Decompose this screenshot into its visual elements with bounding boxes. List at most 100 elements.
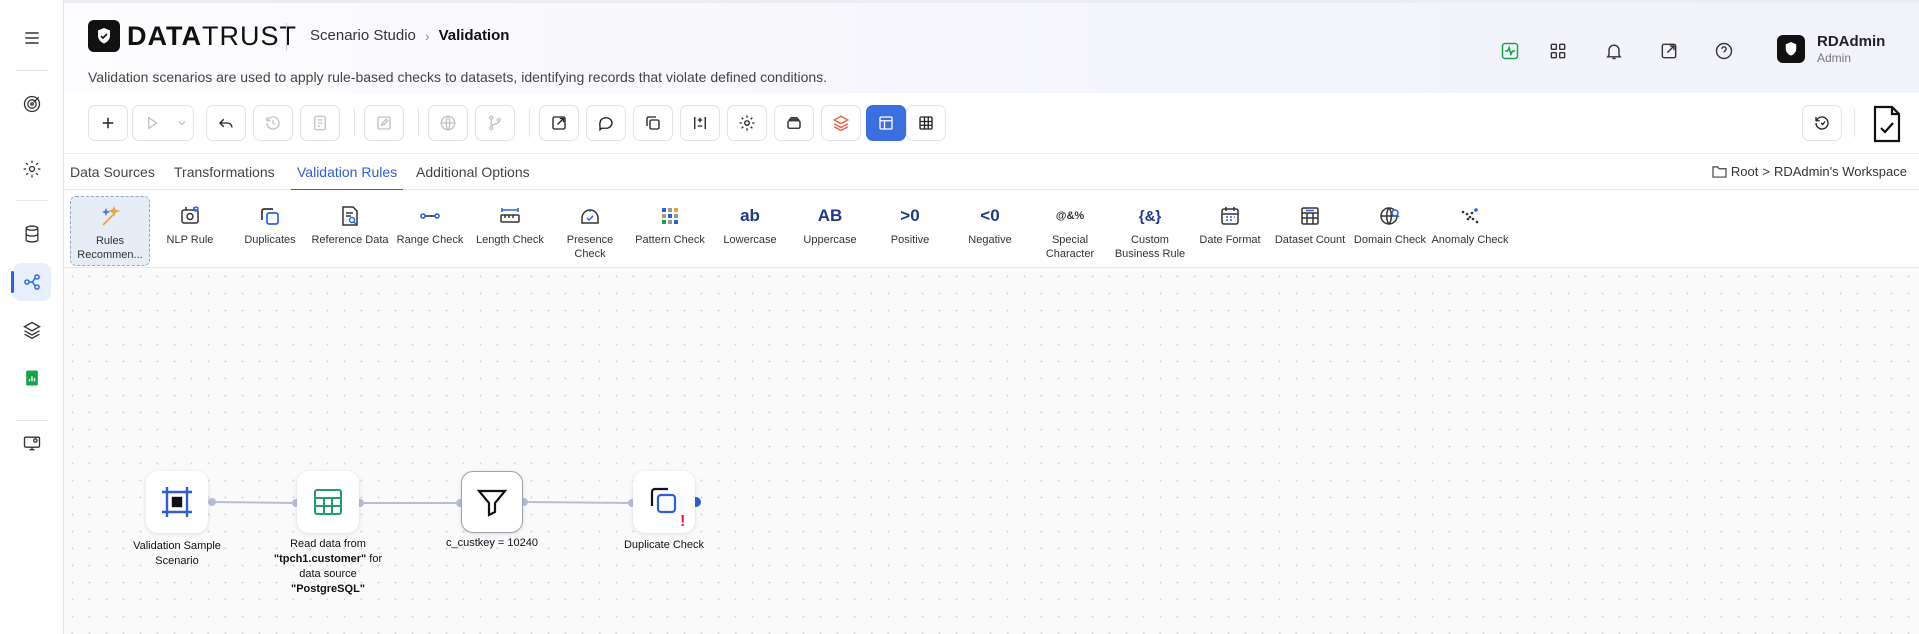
lowercase-icon: ab xyxy=(740,206,760,225)
bell-icon[interactable] xyxy=(1601,38,1627,64)
node-read-data-label: Read data from "tpch1.customer" for data… xyxy=(273,538,383,595)
brand-bold: DATA xyxy=(127,20,202,51)
workspace-path[interactable]: Root > RDAdmin's Workspace xyxy=(1712,164,1907,179)
scenario-icon xyxy=(162,487,192,517)
rule-dataset-count[interactable]: Dataset Count xyxy=(1270,196,1350,266)
tab-data-sources[interactable]: Data Sources xyxy=(64,154,161,191)
pattern-icon xyxy=(662,208,678,224)
reset-history-button[interactable] xyxy=(1802,105,1842,141)
rule-pattern-check[interactable]: Pattern Check xyxy=(630,196,710,266)
avatar xyxy=(1777,35,1805,63)
rule-positive[interactable]: >0 Positive xyxy=(870,196,950,266)
rule-range-check[interactable]: Range Check xyxy=(390,196,470,266)
apps-grid-icon[interactable] xyxy=(1545,38,1571,64)
target-icon[interactable] xyxy=(13,85,51,123)
sparkle-icon xyxy=(101,206,121,226)
split-button[interactable] xyxy=(680,105,720,141)
node-duplicate-check[interactable]: ! xyxy=(633,471,695,533)
report-icon[interactable] xyxy=(13,359,51,397)
play-icon[interactable] xyxy=(133,106,171,140)
database-icon[interactable] xyxy=(13,215,51,253)
folder-icon xyxy=(1712,166,1727,178)
node-scenario-label: Validation Sample Scenario xyxy=(133,540,221,567)
history-button[interactable] xyxy=(253,105,293,141)
rule-rules-recommendation[interactable]: Rules Recommen... xyxy=(70,196,150,266)
node-filter[interactable] xyxy=(461,471,523,533)
edit-button[interactable] xyxy=(364,105,404,141)
export-button[interactable] xyxy=(539,105,579,141)
chevron-down-icon[interactable] xyxy=(171,106,193,140)
validate-document-icon[interactable] xyxy=(1867,103,1907,145)
rule-negative[interactable]: <0 Negative xyxy=(950,196,1030,266)
layers-icon[interactable] xyxy=(13,311,51,349)
undo-button[interactable] xyxy=(206,105,246,141)
range-icon xyxy=(420,213,440,219)
rule-duplicates[interactable]: Duplicates xyxy=(230,196,310,266)
stack-button[interactable] xyxy=(821,105,861,141)
ruler-icon xyxy=(500,208,520,223)
user-profile[interactable]: RDAdmin Admin xyxy=(1777,34,1885,64)
rule-nlp[interactable]: NLP Rule xyxy=(150,196,230,266)
workspace-root: Root xyxy=(1730,164,1759,179)
globe-button[interactable] xyxy=(428,105,468,141)
filter-icon xyxy=(476,489,508,517)
calendar-icon xyxy=(1221,207,1239,225)
table-icon xyxy=(314,489,342,515)
rule-domain-check[interactable]: Domain Check xyxy=(1350,196,1430,266)
shield-logo-icon xyxy=(88,20,120,52)
tab-bar: Data Sources Transformations Validation … xyxy=(64,153,1919,191)
brand-light: TRUST xyxy=(201,20,297,51)
special-char-icon: @&% xyxy=(1055,210,1085,222)
gear-icon[interactable] xyxy=(13,150,51,188)
breadcrumb-current: Validation xyxy=(438,27,510,44)
help-icon[interactable] xyxy=(1711,38,1737,64)
rule-custom-business-rule[interactable]: {&} Custom Business Rule xyxy=(1110,196,1190,266)
rule-anomaly-check[interactable]: Anomaly Check xyxy=(1430,196,1510,266)
node-scenario[interactable] xyxy=(146,471,208,533)
positive-icon: >0 xyxy=(900,206,920,225)
rule-special-character[interactable]: @&% Special Character xyxy=(1030,196,1110,266)
uppercase-icon: AB xyxy=(817,206,843,225)
nlp-icon xyxy=(181,206,199,224)
comment-button[interactable] xyxy=(586,105,626,141)
scenario-flow-icon[interactable] xyxy=(11,263,51,301)
rule-length-check[interactable]: Length Check xyxy=(470,196,550,266)
tab-transformations[interactable]: Transformations xyxy=(168,154,281,191)
warning-badge: ! xyxy=(680,513,686,530)
rule-reference-data[interactable]: Reference Data xyxy=(310,196,390,266)
copy-button[interactable] xyxy=(633,105,673,141)
tab-additional-options[interactable]: Additional Options xyxy=(410,154,536,191)
user-role: Admin xyxy=(1817,51,1852,65)
chevron-right-icon: › xyxy=(424,27,430,44)
table-view-button[interactable] xyxy=(906,105,946,141)
settings-button[interactable] xyxy=(727,105,767,141)
custom-rule-icon: {&} xyxy=(1138,207,1162,225)
monitor-settings-icon[interactable] xyxy=(13,424,51,462)
edge-3 xyxy=(523,501,633,504)
rule-uppercase[interactable]: AB Uppercase xyxy=(790,196,870,266)
activity-icon[interactable] xyxy=(1497,38,1523,64)
app-logo[interactable]: DATATRUST xyxy=(88,20,297,52)
left-sidebar xyxy=(0,0,64,634)
menu-icon[interactable] xyxy=(13,19,51,57)
toolbar xyxy=(64,93,1919,153)
node-read-data[interactable] xyxy=(297,471,359,533)
duplicate-icon xyxy=(261,208,279,225)
rule-lowercase[interactable]: ab Lowercase xyxy=(710,196,790,266)
external-link-icon[interactable] xyxy=(1656,38,1682,64)
branch-button[interactable] xyxy=(475,105,515,141)
rule-date-format[interactable]: Date Format xyxy=(1190,196,1270,266)
breadcrumb: Scenario Studio › Validation xyxy=(310,27,509,44)
add-button[interactable] xyxy=(88,105,128,141)
schedule-button[interactable] xyxy=(300,105,340,141)
breadcrumb-item[interactable]: Scenario Studio xyxy=(310,27,416,44)
rule-presence-check[interactable]: Presence Check xyxy=(550,196,630,266)
layout-view-button[interactable] xyxy=(866,105,906,141)
page-description: Validation scenarios are used to apply r… xyxy=(88,69,828,85)
page-header: DATATRUST Scenario Studio › Validation V… xyxy=(64,0,1919,93)
package-button[interactable] xyxy=(774,105,814,141)
tab-validation-rules[interactable]: Validation Rules xyxy=(291,154,404,191)
node-filter-label: c_custkey = 10240 xyxy=(445,537,539,549)
scenario-canvas[interactable]: Validation Sample Scenario Read data fro… xyxy=(64,268,1919,634)
duplicate-check-icon xyxy=(650,487,677,514)
